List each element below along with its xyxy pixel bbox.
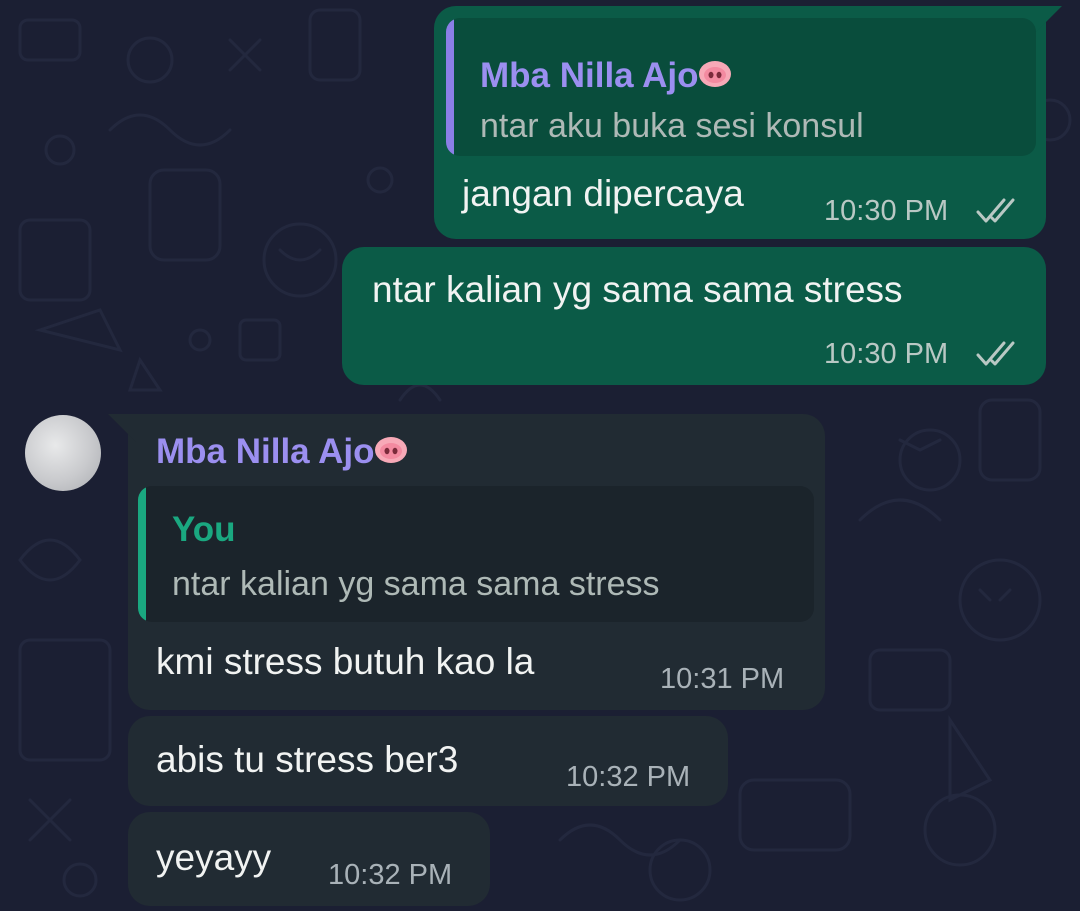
message-time: 10:32 PM <box>566 761 691 793</box>
pig-nose-emoji-icon <box>699 61 732 87</box>
quote-author: You <box>172 510 236 549</box>
message-bubble-incoming[interactable]: Mba Nilla Ajo You ntar kalian yg sama sa… <box>108 414 825 710</box>
quote-text: ntar kalian yg sama sama stress <box>172 565 660 603</box>
read-double-check-icon <box>976 341 1015 366</box>
message-text: yeyayy <box>156 837 272 878</box>
message-text: ntar kalian yg sama sama stress <box>372 269 903 310</box>
message-text: abis tu stress ber3 <box>156 739 459 780</box>
avatar[interactable] <box>25 415 101 491</box>
message-bubble-outgoing[interactable]: Mba Nilla Ajo ntar aku buka sesi konsul … <box>434 6 1062 239</box>
quoted-message[interactable]: You ntar kalian yg sama sama stress <box>138 486 814 622</box>
quote-bar <box>446 18 454 156</box>
message-time: 10:32 PM <box>328 859 453 891</box>
message-bubble-incoming[interactable]: yeyayy 10:32 PM <box>128 812 490 906</box>
bubble-tail <box>1034 6 1062 34</box>
message-bubble-outgoing[interactable]: ntar kalian yg sama sama stress 10:30 PM <box>342 247 1046 385</box>
quote-bar <box>138 486 146 622</box>
bubble-tail <box>108 414 136 442</box>
sender-name[interactable]: Mba Nilla Ajo <box>156 432 408 472</box>
message-time: 10:30 PM <box>824 195 949 227</box>
message-bubble-incoming[interactable]: abis tu stress ber3 10:32 PM <box>128 716 728 806</box>
message-time: 10:31 PM <box>660 663 785 695</box>
pig-nose-emoji-icon <box>375 437 408 463</box>
quoted-message[interactable]: Mba Nilla Ajo ntar aku buka sesi konsul <box>446 18 1036 156</box>
quote-text: ntar aku buka sesi konsul <box>480 107 864 145</box>
message-text: kmi stress butuh kao la <box>156 641 535 682</box>
message-text: jangan dipercaya <box>462 173 744 214</box>
message-time: 10:30 PM <box>824 338 949 370</box>
quote-author: Mba Nilla Ajo <box>480 56 732 96</box>
read-double-check-icon <box>976 198 1015 223</box>
